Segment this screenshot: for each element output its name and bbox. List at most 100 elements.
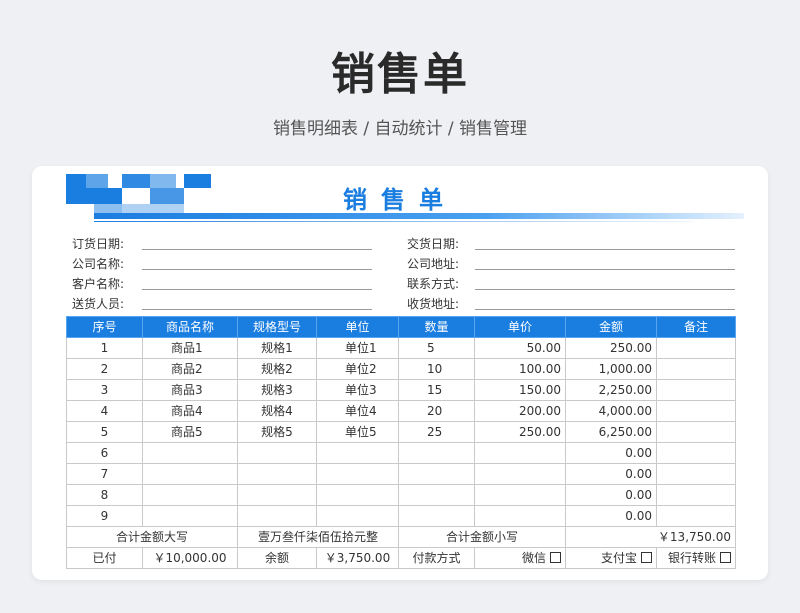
shipping-address-field[interactable]: 收货地址: — [407, 292, 735, 312]
spec-model-cell[interactable]: 规格1 — [237, 337, 317, 359]
row-index-cell[interactable]: 3 — [66, 379, 143, 401]
field-label: 收货地址: — [407, 297, 460, 311]
spec-model-cell[interactable] — [237, 484, 317, 506]
spec-model-cell[interactable] — [237, 463, 317, 485]
unit-cell[interactable]: 单位3 — [316, 379, 399, 401]
amount-cell[interactable]: 0.00 — [565, 442, 657, 464]
form-title: 销售单 — [343, 186, 457, 214]
row-index-cell[interactable]: 2 — [66, 358, 143, 380]
product-name-cell[interactable]: 商品2 — [142, 358, 238, 380]
company-name-field[interactable]: 公司名称: — [72, 252, 372, 272]
quantity-cell[interactable] — [398, 463, 475, 485]
product-name-cell[interactable] — [142, 463, 238, 485]
total-lower-value[interactable]: ￥13,750.00 — [565, 526, 736, 548]
table-row: 5 商品5 规格5 单位5 25 250.00 6,250.00 — [66, 421, 736, 443]
amount-cell[interactable]: 4,000.00 — [565, 400, 657, 422]
customer-name-field[interactable]: 客户名称: — [72, 272, 372, 292]
total-upper-value[interactable]: 壹万叁仟柒佰伍拾元整 — [237, 526, 399, 548]
quantity-cell[interactable] — [398, 484, 475, 506]
unit-price-cell[interactable] — [474, 505, 566, 527]
quantity-cell[interactable]: 10 — [398, 358, 475, 380]
title-divider-thin — [94, 221, 694, 222]
row-index-cell[interactable]: 7 — [66, 463, 143, 485]
remark-cell[interactable] — [656, 358, 736, 380]
product-name-cell[interactable]: 商品5 — [142, 421, 238, 443]
column-header: 单价 — [474, 316, 566, 338]
product-name-cell[interactable] — [142, 442, 238, 464]
row-index-cell[interactable]: 5 — [66, 421, 143, 443]
product-name-cell[interactable]: 商品4 — [142, 400, 238, 422]
remark-cell[interactable] — [656, 337, 736, 359]
remark-cell[interactable] — [656, 400, 736, 422]
amount-cell[interactable]: 1,000.00 — [565, 358, 657, 380]
balance-value[interactable]: ￥3,750.00 — [316, 547, 399, 569]
unit-cell[interactable]: 单位1 — [316, 337, 399, 359]
sales-table: 序号 商品名称 规格型号 单位 数量 单价 金额 备注 1 商品1 规格1 单位1 5 5… — [66, 316, 736, 569]
unit-cell[interactable]: 单位2 — [316, 358, 399, 380]
quantity-cell[interactable]: 15 — [398, 379, 475, 401]
amount-cell[interactable]: 0.00 — [565, 463, 657, 485]
unit-price-cell[interactable]: 50.00 — [474, 337, 566, 359]
order-info-section: 订货日期: 公司名称: 客户名称: 送货人员: 交货日期: 公司地址: 联系方式… — [32, 232, 768, 314]
paid-value[interactable]: ￥10,000.00 — [142, 547, 238, 569]
spec-model-cell[interactable]: 规格2 — [237, 358, 317, 380]
spec-model-cell[interactable] — [237, 442, 317, 464]
remark-cell[interactable] — [656, 442, 736, 464]
row-index-cell[interactable]: 4 — [66, 400, 143, 422]
remark-cell[interactable] — [656, 463, 736, 485]
row-index-cell[interactable]: 8 — [66, 484, 143, 506]
unit-cell[interactable] — [316, 463, 399, 485]
order-date-field[interactable]: 订货日期: — [72, 232, 372, 252]
product-name-cell[interactable]: 商品1 — [142, 337, 238, 359]
quantity-cell[interactable] — [398, 505, 475, 527]
checkbox-icon[interactable] — [641, 552, 652, 563]
option-label: 微信 — [521, 551, 546, 565]
amount-cell[interactable]: 250.00 — [565, 337, 657, 359]
quantity-cell[interactable]: 5 — [398, 337, 475, 359]
unit-price-cell[interactable]: 100.00 — [474, 358, 566, 380]
unit-cell[interactable]: 单位5 — [316, 421, 399, 443]
amount-cell[interactable]: 2,250.00 — [565, 379, 657, 401]
product-name-cell[interactable] — [142, 484, 238, 506]
row-index-cell[interactable]: 6 — [66, 442, 143, 464]
company-address-field[interactable]: 公司地址: — [407, 252, 735, 272]
remark-cell[interactable] — [656, 505, 736, 527]
unit-cell[interactable] — [316, 442, 399, 464]
payment-option-wechat[interactable]: 微信 — [474, 547, 566, 569]
product-name-cell[interactable] — [142, 505, 238, 527]
spec-model-cell[interactable]: 规格4 — [237, 400, 317, 422]
checkbox-icon[interactable] — [720, 552, 731, 563]
unit-cell[interactable] — [316, 484, 399, 506]
amount-cell[interactable]: 6,250.00 — [565, 421, 657, 443]
quantity-cell[interactable]: 20 — [398, 400, 475, 422]
unit-price-cell[interactable] — [474, 484, 566, 506]
unit-price-cell[interactable] — [474, 463, 566, 485]
remark-cell[interactable] — [656, 484, 736, 506]
delivery-date-field[interactable]: 交货日期: — [407, 232, 735, 252]
table-row: 3 商品3 规格3 单位3 15 150.00 2,250.00 — [66, 379, 736, 401]
spec-model-cell[interactable] — [237, 505, 317, 527]
delivery-person-field[interactable]: 送货人员: — [72, 292, 372, 312]
quantity-cell[interactable]: 25 — [398, 421, 475, 443]
quantity-cell[interactable] — [398, 442, 475, 464]
amount-cell[interactable]: 0.00 — [565, 505, 657, 527]
unit-price-cell[interactable] — [474, 442, 566, 464]
unit-cell[interactable] — [316, 505, 399, 527]
payment-option-bank[interactable]: 银行转账 — [656, 547, 736, 569]
amount-cell[interactable]: 0.00 — [565, 484, 657, 506]
paid-label: 已付 — [66, 547, 143, 569]
product-name-cell[interactable]: 商品3 — [142, 379, 238, 401]
remark-cell[interactable] — [656, 379, 736, 401]
checkbox-icon[interactable] — [550, 552, 561, 563]
spec-model-cell[interactable]: 规格3 — [237, 379, 317, 401]
payment-option-alipay[interactable]: 支付宝 — [565, 547, 657, 569]
row-index-cell[interactable]: 9 — [66, 505, 143, 527]
unit-price-cell[interactable]: 150.00 — [474, 379, 566, 401]
contact-field[interactable]: 联系方式: — [407, 272, 735, 292]
spec-model-cell[interactable]: 规格5 — [237, 421, 317, 443]
unit-price-cell[interactable]: 200.00 — [474, 400, 566, 422]
unit-price-cell[interactable]: 250.00 — [474, 421, 566, 443]
remark-cell[interactable] — [656, 421, 736, 443]
row-index-cell[interactable]: 1 — [66, 337, 143, 359]
unit-cell[interactable]: 单位4 — [316, 400, 399, 422]
